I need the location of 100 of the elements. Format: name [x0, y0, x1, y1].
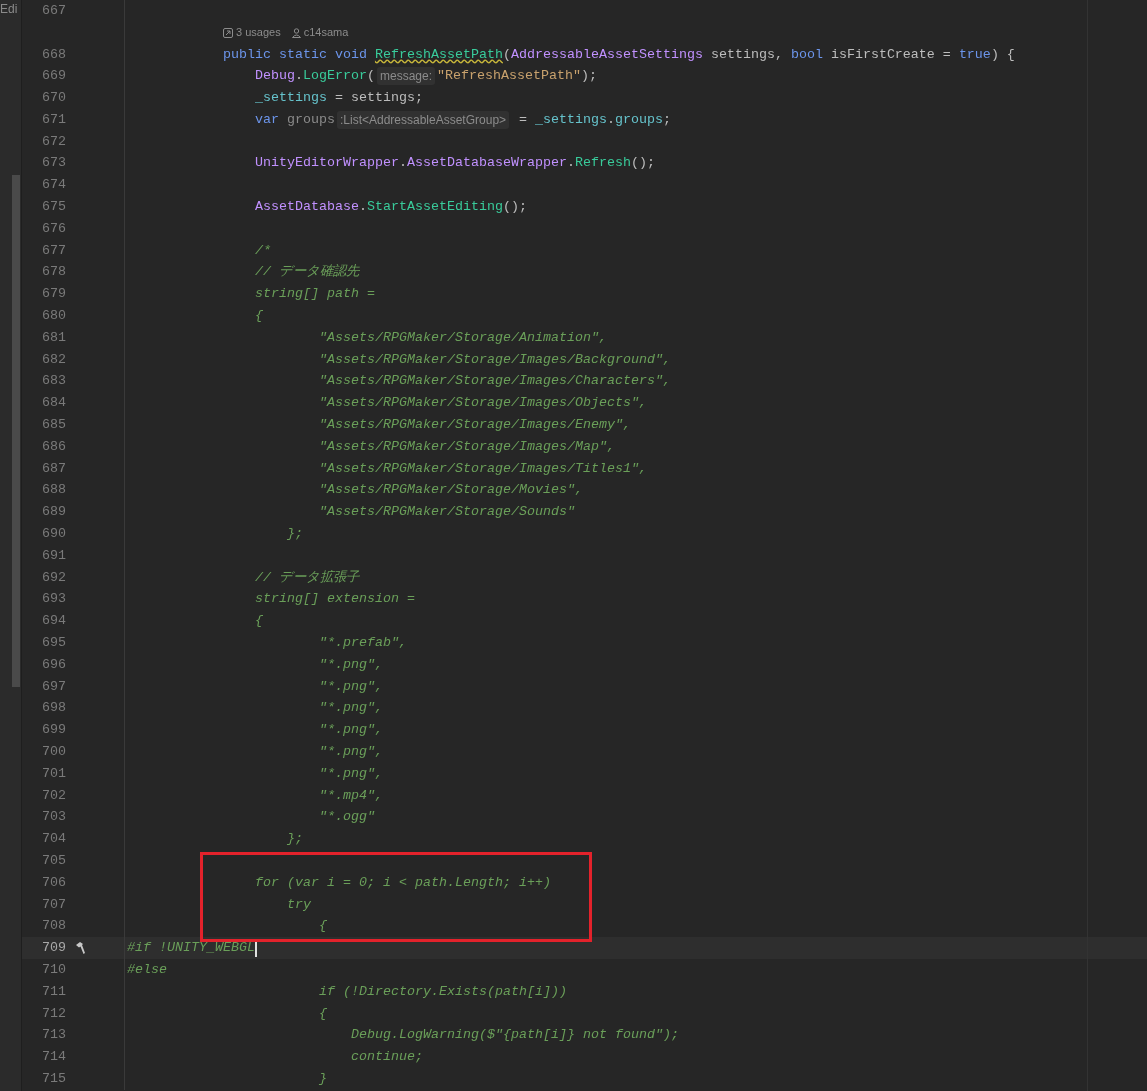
line-number: 711	[42, 983, 66, 999]
comment-text: // データ拡張子	[253, 568, 359, 587]
line-number: 700	[42, 744, 66, 759]
code-text: ();	[630, 154, 655, 173]
line-number: 693	[42, 591, 66, 607]
type-name: AssetDatabase	[253, 198, 359, 217]
line-number: 699	[42, 722, 66, 738]
line-number: 690	[42, 526, 66, 542]
line-number: 682	[42, 351, 66, 367]
line-number: 707	[42, 896, 66, 912]
code-text: );	[580, 67, 597, 86]
comment-text: {	[253, 307, 263, 326]
comment-text: "Assets/RPGMaker/Storage/Images/Characters",	[317, 372, 671, 391]
line-number: 713	[42, 1027, 66, 1043]
code-text: .	[566, 154, 575, 173]
method-name: RefreshAssetPath	[374, 45, 503, 64]
arrow-link-icon	[223, 27, 233, 38]
line-number: 697	[42, 678, 66, 694]
line-number: 715	[42, 1070, 66, 1086]
usages-link[interactable]: 3 usages	[236, 24, 281, 41]
line-number: 709	[42, 940, 66, 956]
line-number: 708	[42, 918, 66, 934]
inlay-hint: :List<AddressableAssetGroup>	[336, 110, 510, 129]
comment-text: continue;	[349, 1048, 423, 1067]
line-number: 686	[42, 438, 66, 454]
keyword: public static void	[221, 45, 368, 64]
comment-text: /*	[253, 241, 271, 260]
line-number: 710	[42, 961, 66, 977]
field-name: groups	[615, 110, 664, 129]
code-text: .	[607, 110, 616, 129]
field-name: _settings	[253, 89, 327, 108]
type-name: UnityEditorWrapper	[253, 154, 399, 173]
line-number: 684	[42, 395, 66, 411]
comment-text: string[] extension =	[253, 590, 415, 609]
line-number: 669	[42, 68, 66, 84]
comment-text: Debug.LogWarning($"{path[i]} not found");	[349, 1026, 679, 1045]
person-icon	[291, 27, 301, 38]
comment-text: {	[317, 917, 327, 936]
line-number: 691	[42, 547, 66, 563]
comment-text: if (!Directory.Exists(path[i]))	[317, 982, 567, 1001]
keyword: var	[253, 110, 279, 129]
line-number: 692	[42, 569, 66, 585]
line-number: 667	[42, 2, 66, 18]
editor-tab-label[interactable]: Edi	[0, 0, 18, 18]
code-text: (	[366, 67, 375, 86]
code-text: .	[294, 67, 303, 86]
comment-text: "Assets/RPGMaker/Storage/Animation",	[317, 328, 607, 347]
author-label[interactable]: c14sama	[303, 24, 349, 41]
code-text: isFirstCreate =	[829, 45, 952, 64]
comment-text: };	[285, 830, 303, 849]
line-number: 685	[42, 417, 66, 433]
line-number: 695	[42, 635, 66, 650]
comment-text: "*.ogg"	[317, 808, 375, 827]
comment-text: "*.png",	[317, 764, 383, 783]
line-number: 696	[42, 656, 66, 672]
line-number: 675	[42, 199, 66, 215]
code-text: settings,	[709, 45, 784, 64]
hammer-icon[interactable]	[74, 941, 88, 956]
line-number: 705	[42, 853, 66, 868]
type-name: Debug	[253, 67, 295, 86]
comment-text: "*.png",	[317, 677, 383, 696]
line-number: 671	[42, 111, 66, 127]
code-text: ;	[663, 110, 672, 129]
comment-text: "Assets/RPGMaker/Storage/Images/Objects",	[317, 394, 647, 413]
line-number: 689	[42, 504, 66, 520]
line-number: 694	[42, 613, 66, 629]
line-number: 714	[42, 1049, 66, 1065]
comment-text: "Assets/RPGMaker/Storage/Images/Enemy",	[317, 416, 631, 435]
code-text: .	[358, 198, 367, 217]
code-text: =	[518, 110, 529, 129]
comment-text: string[] path =	[253, 285, 375, 304]
line-number: 680	[42, 308, 66, 324]
comment-text: "Assets/RPGMaker/Storage/Movies",	[317, 481, 583, 500]
method-name: StartAssetEditing	[366, 198, 503, 217]
line-number: 670	[42, 90, 66, 106]
text-cursor	[255, 939, 257, 957]
comment-text: "*.png",	[317, 743, 383, 761]
comment-text: "*.mp4",	[317, 786, 383, 805]
line-number: 683	[42, 373, 66, 389]
line-number: 698	[42, 700, 66, 716]
comment-text: "Assets/RPGMaker/Storage/Images/Background",	[317, 350, 671, 369]
comment-text: try	[285, 895, 311, 914]
keyword: true	[958, 45, 991, 64]
method-name: LogError	[302, 67, 367, 86]
line-number: 673	[42, 155, 66, 171]
code-text: ) {	[990, 45, 1015, 64]
comment-text: "*.prefab",	[317, 634, 407, 652]
line-number: 702	[42, 787, 66, 803]
scrollbar[interactable]	[12, 175, 20, 687]
line-number: 679	[42, 286, 66, 302]
line-number: 687	[42, 460, 66, 476]
line-number: 676	[42, 220, 66, 236]
comment-text: "*.png",	[317, 699, 383, 718]
comment-text: "*.png",	[317, 655, 383, 674]
comment-text: "*.png",	[317, 721, 383, 740]
code-text: .	[398, 154, 407, 173]
line-number: 672	[42, 133, 66, 149]
comment-text: #if !UNITY_WEBGL	[127, 939, 255, 958]
comment-text: };	[285, 525, 303, 544]
comment-text: }	[317, 1069, 327, 1088]
